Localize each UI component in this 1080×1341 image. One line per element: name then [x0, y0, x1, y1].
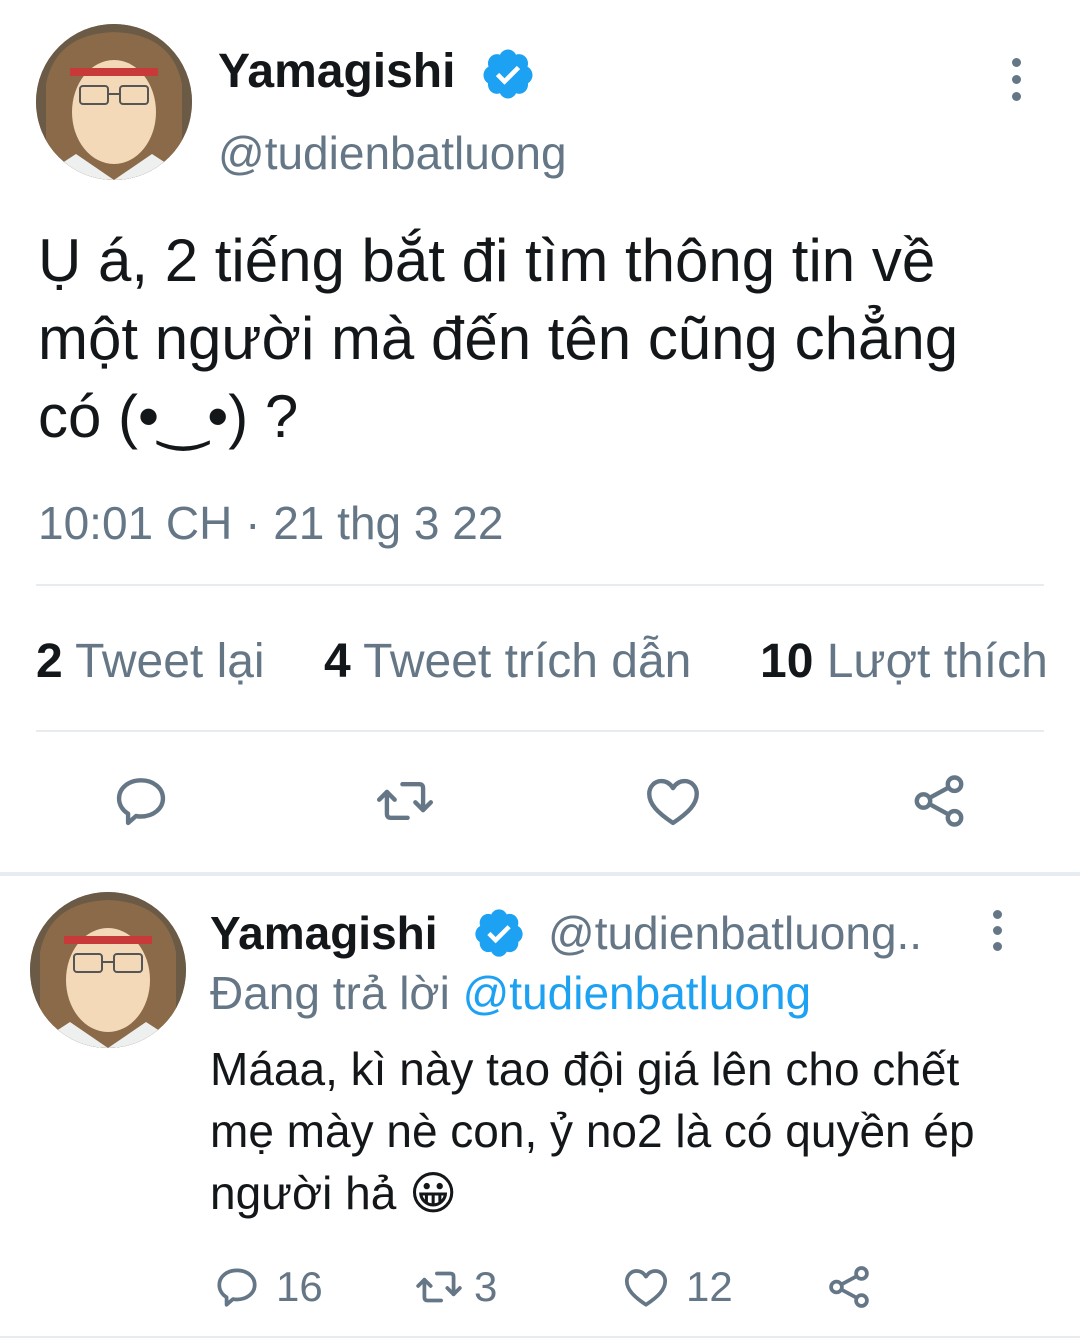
like-icon: [647, 778, 699, 826]
reply-icon: [116, 778, 166, 826]
username-handle[interactable]: @tudienbatluong..: [548, 906, 922, 960]
more-options-icon[interactable]: [1012, 58, 1021, 101]
tweet-timestamp[interactable]: 10:01 CH · 21 thg 3 22: [38, 496, 503, 550]
section-separator: [0, 872, 1080, 876]
retweet-count: 3: [474, 1263, 498, 1310]
share-icon: [914, 775, 964, 827]
share-button[interactable]: [908, 770, 970, 832]
like-button[interactable]: [642, 770, 704, 832]
display-name[interactable]: Yamagishi: [218, 44, 455, 99]
divider: [0, 1336, 1080, 1338]
reply-tweet-text: Máaa, kì này tao đội giá lên cho chết mẹ…: [210, 1043, 975, 1219]
verified-badge-icon: [480, 46, 536, 107]
divider: [36, 730, 1044, 732]
mention-link[interactable]: @tudienbatluong: [463, 967, 812, 1019]
like-icon: [624, 1269, 668, 1307]
quotes-stat[interactable]: 4 Tweet trích dẫn: [324, 634, 691, 689]
verified-badge-icon: [472, 906, 526, 965]
avatar[interactable]: [36, 24, 192, 180]
reply-button[interactable]: 16: [212, 1262, 323, 1312]
reply-count: 16: [276, 1263, 323, 1310]
like-count: 12: [686, 1263, 733, 1310]
likes-stat[interactable]: 10 Lượt thích: [760, 634, 1048, 689]
reply-button[interactable]: [110, 770, 172, 832]
reply-icon: [217, 1268, 257, 1307]
retweet-icon: [376, 782, 434, 820]
share-icon: [829, 1266, 869, 1308]
divider: [36, 584, 1044, 586]
avatar-image: [30, 892, 186, 1048]
replying-to: Đang trả lời @tudienbatluong: [210, 967, 812, 1019]
share-button[interactable]: [824, 1262, 874, 1312]
retweet-button[interactable]: 3: [412, 1262, 497, 1312]
retweets-stat[interactable]: 2 Tweet lại: [36, 634, 265, 689]
username-handle[interactable]: @tudienbatluong: [218, 126, 567, 180]
retweet-button[interactable]: [372, 770, 438, 832]
retweet-icon: [416, 1271, 462, 1303]
avatar[interactable]: [30, 892, 186, 1048]
like-button[interactable]: 12: [620, 1262, 733, 1312]
tweet-text: Ụ á, 2 tiếng bắt đi tìm thông tin về một…: [38, 227, 959, 450]
display-name[interactable]: Yamagishi: [210, 906, 438, 960]
avatar-image: [36, 24, 192, 180]
more-options-icon[interactable]: [993, 910, 1002, 951]
